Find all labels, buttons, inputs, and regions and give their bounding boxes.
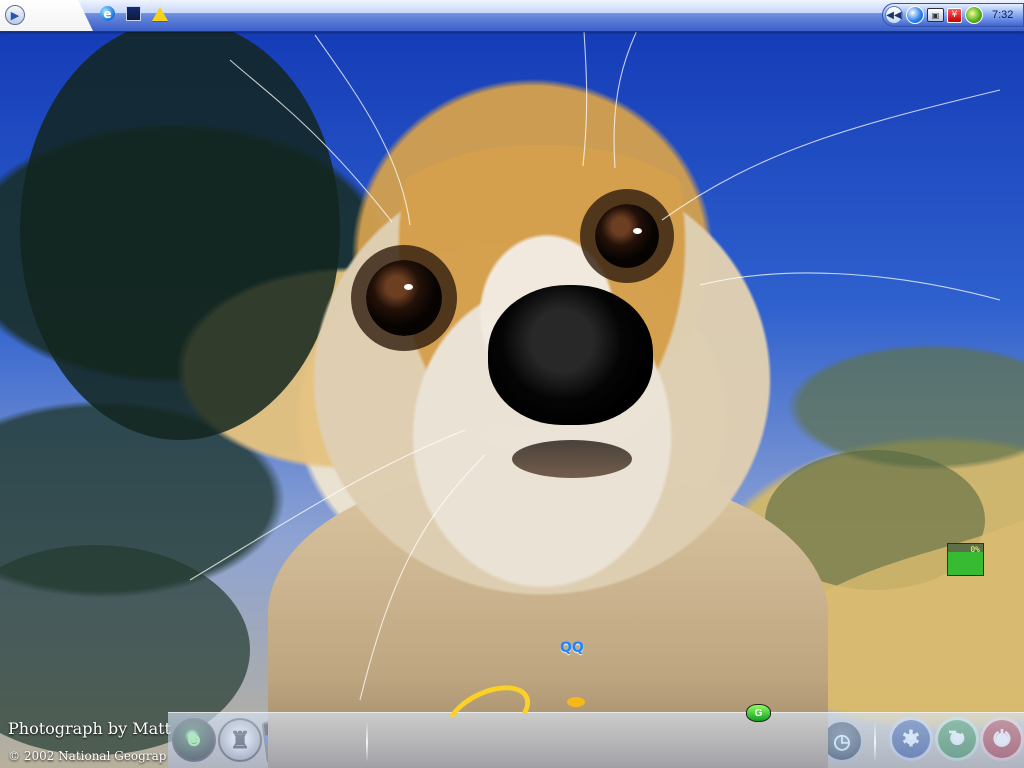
internet-explorer-icon[interactable]: e (100, 6, 115, 21)
globe-icon[interactable] (906, 6, 924, 24)
quick-launch-bar: e (100, 6, 168, 21)
system-tray: ◀◀ ▣ ¥ 7:32 (882, 3, 1024, 27)
green-badge-icon[interactable]: G (746, 704, 771, 722)
start-button[interactable]: ▶ (5, 5, 25, 25)
desktop-screen: { "taskbar": { "start_glyph": "▶", "quic… (0, 0, 1024, 768)
show-desktop-icon[interactable] (126, 6, 141, 21)
wallpaper-photo-credit: Photograph by Matt (8, 719, 171, 738)
top-taskbar: ▶ e ◀◀ ▣ ¥ 7:32 (0, 0, 1024, 32)
qq-label: QQ (560, 640, 584, 656)
taskbar-clock: 7:32 (992, 9, 1014, 21)
application-dock (168, 712, 1024, 768)
meerkat-whiskers (189, 23, 1001, 701)
monitor-icon[interactable]: ▣ (927, 8, 944, 22)
tray-collapse-button[interactable]: ◀◀ (885, 6, 903, 24)
meter-value: 0% (970, 545, 980, 554)
dock-separator (874, 722, 876, 762)
desktop-meter-widget[interactable]: 0% (947, 543, 984, 576)
green-shield-icon[interactable] (965, 6, 983, 24)
wallpaper-copyright: © 2002 National Geograp (8, 749, 167, 763)
warning-icon[interactable] (151, 6, 168, 21)
red-shield-icon[interactable]: ¥ (947, 7, 962, 23)
dock-separator (366, 722, 368, 762)
